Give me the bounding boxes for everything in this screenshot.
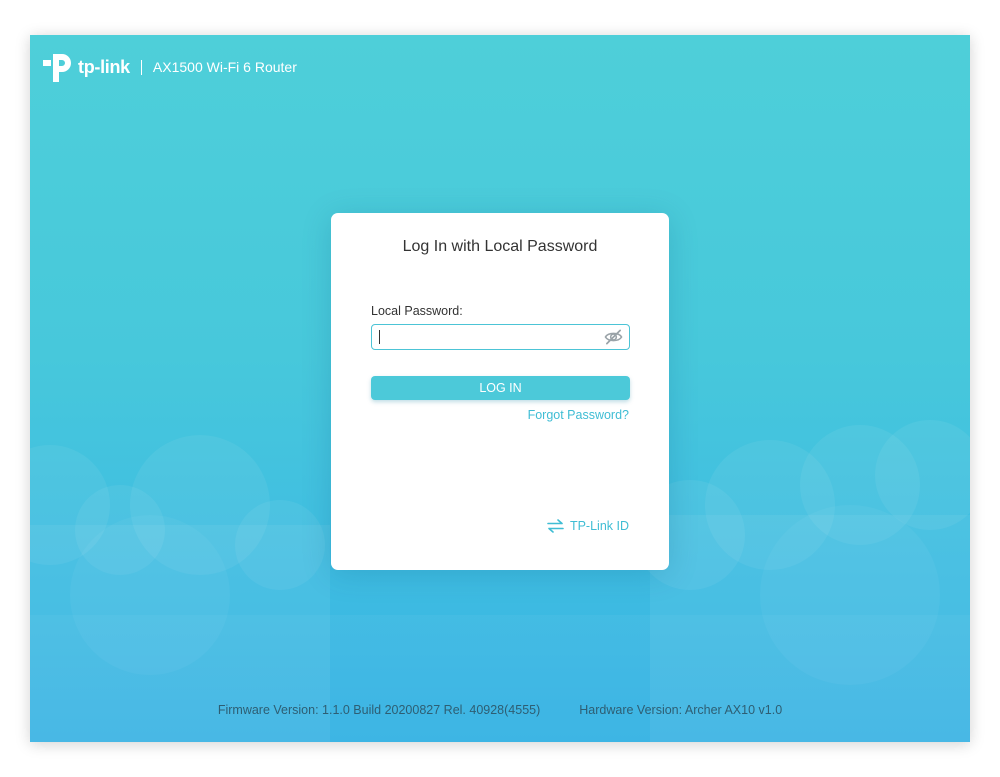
router-login-window: tp-link AX1500 Wi-Fi 6 Router Log In wit… bbox=[30, 35, 970, 742]
eye-slash-icon[interactable] bbox=[604, 328, 623, 346]
tplink-id-label: TP-Link ID bbox=[569, 519, 629, 533]
swap-arrows-icon bbox=[547, 519, 564, 533]
header: tp-link AX1500 Wi-Fi 6 Router bbox=[43, 49, 297, 85]
password-input[interactable] bbox=[371, 324, 630, 350]
forgot-password-link[interactable]: Forgot Password? bbox=[528, 408, 629, 422]
brand-logo: tp-link bbox=[43, 50, 130, 84]
footer: Firmware Version: 1.1.0 Build 20200827 R… bbox=[30, 703, 970, 717]
text-caret bbox=[379, 330, 380, 344]
tp-link-logo-icon bbox=[43, 54, 71, 82]
hardware-version: Hardware Version: Archer AX10 v1.0 bbox=[579, 703, 783, 717]
tplink-id-link[interactable]: TP-Link ID bbox=[547, 519, 629, 533]
login-card: Log In with Local Password Local Passwor… bbox=[331, 213, 669, 570]
login-button[interactable]: LOG IN bbox=[371, 376, 630, 400]
footer-spacer bbox=[540, 703, 579, 717]
password-label: Local Password: bbox=[371, 304, 463, 318]
login-title: Log In with Local Password bbox=[402, 238, 598, 255]
firmware-version: Firmware Version: 1.1.0 Build 20200827 R… bbox=[217, 703, 541, 717]
router-model: AX1500 Wi-Fi 6 Router bbox=[152, 59, 297, 75]
header-divider bbox=[140, 59, 142, 75]
logo-text: tp-link bbox=[78, 56, 130, 77]
